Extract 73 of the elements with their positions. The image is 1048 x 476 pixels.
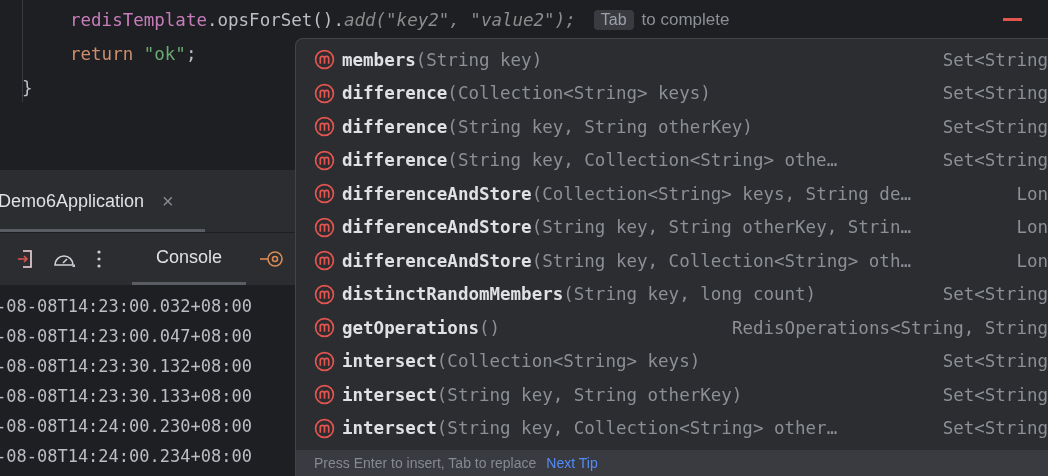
completion-ghost-text: add("key2", "value2"); <box>343 10 576 30</box>
method-name: intersect <box>342 384 437 405</box>
method-params: (Collection<String> keys) <box>436 351 702 372</box>
return-type: RedisOperations<String, String <box>731 317 1048 338</box>
method-icon <box>314 183 335 205</box>
method-icon <box>314 82 335 104</box>
method-icon <box>314 216 335 238</box>
method-icon <box>314 417 335 439</box>
method-icon <box>314 149 335 171</box>
return-type: Set<String <box>942 83 1048 104</box>
code-string: "ok" <box>143 44 186 64</box>
completion-item[interactable]: difference(String key, String otherKey) Set<String <box>296 110 1048 144</box>
code-text: .opsForSet(). <box>206 10 344 30</box>
completion-item[interactable]: getOperations() RedisOperations<String, String <box>296 311 1048 345</box>
method-icon <box>314 283 335 305</box>
return-type: Lon <box>1016 250 1048 271</box>
completion-item[interactable]: differenceAndStore(Collection<String> keys, String de… Lon <box>296 177 1048 211</box>
method-params: (String key, Collection<String> oth… <box>531 250 912 271</box>
method-name: differenceAndStore <box>342 183 532 204</box>
completion-item[interactable]: differenceAndStore(String key, String otherKey, Strin… Lon <box>296 210 1048 244</box>
footer-hint: Press Enter to insert, Tab to replace <box>314 455 537 471</box>
method-name: difference <box>342 116 448 137</box>
code-identifier: redisTemplate <box>70 10 207 30</box>
completion-item[interactable]: members(String key) Set<String <box>296 43 1048 77</box>
method-icon <box>314 250 335 272</box>
completion-item[interactable]: intersect(String key, String otherKey) Set<String <box>296 378 1048 412</box>
method-name: distinctRandomMembers <box>342 284 564 305</box>
return-type: Set<String <box>942 150 1048 171</box>
method-icon <box>314 350 335 372</box>
method-params: (String key, String otherKey, Strin… <box>531 217 912 238</box>
return-type: Lon <box>1016 183 1048 204</box>
method-params: (Collection<String> keys, String de… <box>531 183 912 204</box>
method-name: members <box>342 49 416 70</box>
completion-item[interactable]: differenceAndStore(String key, Collection<String> oth… Lon <box>296 244 1048 278</box>
return-type: Lon <box>1016 217 1048 238</box>
method-icon <box>314 116 335 138</box>
completion-item[interactable]: difference(Collection<String> keys) Set<String <box>296 76 1048 110</box>
method-name: differenceAndStore <box>342 250 532 271</box>
method-params: (Collection<String> keys) <box>447 83 712 104</box>
console-tab[interactable]: Console <box>132 233 247 285</box>
method-name: getOperations <box>342 317 479 338</box>
method-params: (String key, String otherKey) <box>436 384 744 405</box>
return-type: Set<String <box>942 116 1048 137</box>
method-params: (String key) <box>415 49 544 70</box>
return-type: Set<String <box>942 49 1048 70</box>
key-hint: Tab <box>593 10 634 30</box>
code-text: ; <box>185 44 197 64</box>
return-type: Set<String <box>942 384 1048 405</box>
completion-item[interactable]: distinctRandomMembers(String key, long count) Set<String <box>296 277 1048 311</box>
method-name: differenceAndStore <box>342 217 532 238</box>
method-icon <box>314 384 335 406</box>
method-name: intersect <box>342 418 437 439</box>
return-type: Set<String <box>942 284 1048 305</box>
hint-text: to complete <box>641 10 730 30</box>
return-type: Set<String <box>942 351 1048 372</box>
completion-item[interactable]: difference(String key, Collection<String> othe… Set<String <box>296 143 1048 177</box>
completion-item[interactable]: intersect(String key, Collection<String> other… Set<String <box>296 411 1048 445</box>
method-name: intersect <box>342 351 437 372</box>
code-text: } <box>22 78 33 98</box>
close-icon[interactable]: × <box>162 189 174 213</box>
code-keyword: return <box>70 44 135 64</box>
method-name: difference <box>342 83 448 104</box>
method-params: (String key, long count) <box>563 284 818 305</box>
method-params: () <box>478 317 502 338</box>
return-type: Set<String <box>942 418 1048 439</box>
method-icon <box>314 317 335 339</box>
method-params: (String key, Collection<String> othe… <box>447 150 839 171</box>
completion-item[interactable]: intersect(Collection<String> keys) Set<String <box>296 344 1048 378</box>
error-marker <box>1003 18 1022 21</box>
method-params: (String key, Collection<String> other… <box>436 418 839 439</box>
method-icon <box>314 49 335 71</box>
method-name: difference <box>342 150 448 171</box>
method-params: (String key, String otherKey) <box>447 116 754 137</box>
